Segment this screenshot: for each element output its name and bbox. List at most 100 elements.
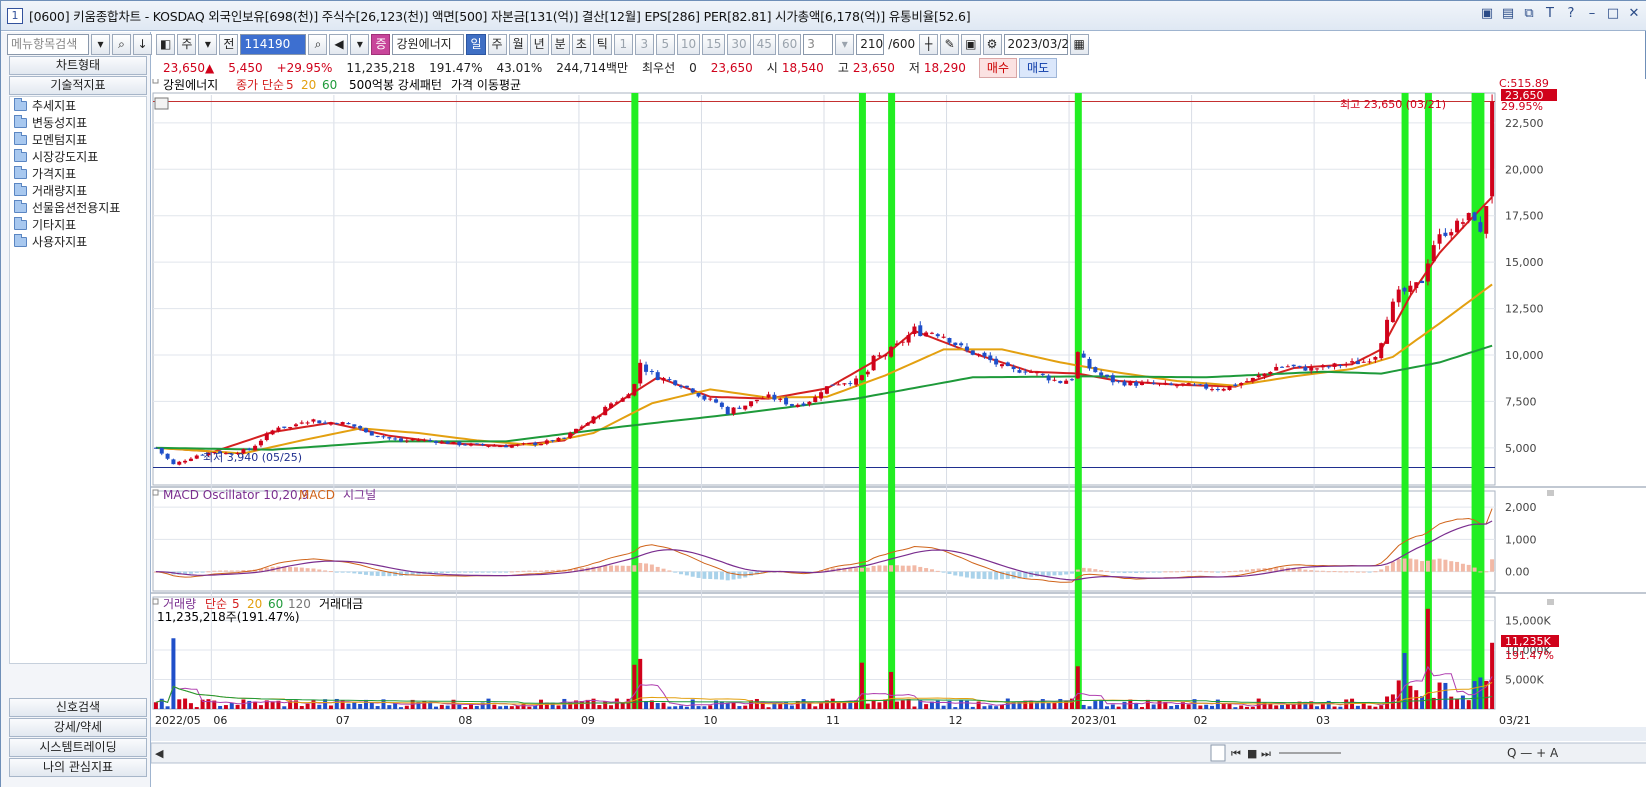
window-number[interactable]: 1 <box>7 7 23 24</box>
unit-input[interactable]: 3 <box>803 33 834 55</box>
candle-body <box>1192 384 1197 386</box>
unit-dropdown-icon[interactable]: ▾ <box>835 33 855 55</box>
date-input[interactable]: 2023/03/21 <box>1003 33 1077 55</box>
candle-body <box>988 355 993 361</box>
stock-code-input[interactable]: 114190 <box>240 33 307 55</box>
signal-search-tab[interactable]: 신호검색 <box>9 698 147 717</box>
count-input[interactable]: 210 <box>856 33 885 55</box>
calendar-icon[interactable]: ▦ <box>1069 33 1089 55</box>
macd-osc-bar <box>305 568 310 572</box>
new-window-icon[interactable]: ⧉ <box>1522 7 1536 21</box>
volume-bar <box>504 705 509 709</box>
minute-1-button[interactable]: 1 <box>613 33 633 55</box>
stock-menu-icon[interactable]: 주 <box>177 33 197 55</box>
candle-body <box>830 384 835 386</box>
sell-button[interactable]: 매도 <box>1019 58 1058 78</box>
minute-15-button[interactable]: 15 <box>702 33 726 55</box>
down-arrow-icon[interactable]: ↓ <box>133 34 152 55</box>
stop-icon[interactable]: ■ <box>1247 747 1257 760</box>
restore-icon[interactable]: ▣ <box>1480 7 1494 21</box>
minute-5-button[interactable]: 5 <box>655 33 675 55</box>
tree-item-trend[interactable]: 추세지표 <box>14 97 146 114</box>
macd-osc-bar <box>194 571 199 573</box>
volume-bar <box>328 705 333 709</box>
tree-item-momentum[interactable]: 모멘텀지표 <box>14 131 146 148</box>
sound-icon[interactable]: ◀ <box>329 33 349 55</box>
macd-osc-bar <box>1245 569 1250 572</box>
macd-osc-bar <box>1350 571 1355 573</box>
close-icon[interactable]: ✕ <box>1627 7 1641 21</box>
scroll-last-icon[interactable]: ⏭ <box>1261 747 1271 760</box>
candle-body <box>766 394 771 398</box>
tech-indicators-tab[interactable]: 기술적지표 <box>9 76 147 95</box>
table-view-icon[interactable] <box>154 97 169 110</box>
stock-name-field[interactable]: 강원에너지 <box>392 33 465 55</box>
tree-item-price[interactable]: 가격지표 <box>14 165 146 182</box>
tree-item-volatility[interactable]: 변동성지표 <box>14 114 146 131</box>
scroll-right-icon[interactable] <box>1210 744 1226 762</box>
minute-10-button[interactable]: 10 <box>676 33 701 55</box>
menu-search-input[interactable]: 메뉴항목검색 <box>7 34 89 55</box>
macd-osc-bar <box>871 565 876 572</box>
minimize-icon[interactable]: – <box>1585 7 1599 21</box>
buy-button[interactable]: 매수 <box>978 58 1017 78</box>
candle-body <box>935 334 940 337</box>
search-icon[interactable]: ⌕ <box>112 34 131 55</box>
vol-collapse-icon[interactable] <box>1547 599 1554 605</box>
period-month-button[interactable]: 월 <box>508 33 528 55</box>
period-minute-button[interactable]: 분 <box>550 33 570 55</box>
price-tick-label: 5,000 <box>1505 442 1537 455</box>
save-icon[interactable]: ▣ <box>961 33 981 55</box>
candle-body <box>188 458 193 461</box>
macd-osc-bar <box>358 571 363 575</box>
minute-45-button[interactable]: 45 <box>752 33 776 55</box>
help-icon[interactable]: ? <box>1564 7 1578 21</box>
macd-osc-bar <box>492 571 497 573</box>
type-dropdown-icon[interactable]: ▾ <box>198 33 218 55</box>
scroll-left-icon[interactable]: ◀ <box>155 747 164 760</box>
period-day-button[interactable]: 일 <box>466 33 486 55</box>
candle-body <box>1390 301 1395 322</box>
macd-collapse-icon[interactable] <box>1547 490 1554 496</box>
search-dropdown-icon[interactable]: ▾ <box>91 34 110 55</box>
layout-icon[interactable]: ◧ <box>156 33 176 55</box>
stock-chart-svg[interactable]: 2022/05 06 07 08 09 10 11 12 2023/01 02 03 03/21 22,… <box>150 77 1646 787</box>
tree-item-other[interactable]: 기타지표 <box>14 216 146 233</box>
period-year-button[interactable]: 년 <box>529 33 549 55</box>
macd-osc-bar <box>609 565 614 572</box>
scroll-first-icon[interactable]: ⏮ <box>1231 747 1241 760</box>
tree-item-user[interactable]: 사용자지표 <box>14 233 146 250</box>
period-second-button[interactable]: 초 <box>571 33 591 55</box>
tree-item-volume[interactable]: 거래량지표 <box>14 182 146 199</box>
strength-tab[interactable]: 강세/약세 <box>9 718 147 737</box>
prev-button[interactable]: 전 <box>219 33 239 55</box>
zoom-controls-icon[interactable]: Q — + A <box>1507 746 1559 760</box>
period-week-button[interactable]: 주 <box>487 33 507 55</box>
chart-area[interactable]: 2022/05 06 07 08 09 10 11 12 2023/01 02 03 03/21 22,… <box>150 77 1646 787</box>
candle-body <box>276 427 281 431</box>
macd-osc-bar <box>346 571 351 573</box>
candle-style-icon[interactable]: ┼ <box>919 33 939 55</box>
maximize-icon[interactable]: □ <box>1606 7 1620 21</box>
system-trading-tab[interactable]: 시스템트레이딩 <box>9 738 147 757</box>
x-axis-label: 09 <box>581 714 595 727</box>
minute-3-button[interactable]: 3 <box>634 33 654 55</box>
my-indicators-tab[interactable]: 나의 관심지표 <box>9 758 147 777</box>
horizontal-scrollbar[interactable] <box>150 742 1646 764</box>
tile-icon[interactable]: ▤ <box>1501 7 1515 21</box>
candle-body <box>1151 382 1156 384</box>
draw-tool-icon[interactable]: ✎ <box>940 33 960 55</box>
code-search-icon[interactable]: ⌕ <box>308 33 328 55</box>
chart-type-tab[interactable]: 차트형태 <box>9 56 147 75</box>
sound-dropdown-icon[interactable]: ▾ <box>350 33 370 55</box>
candle-body <box>976 354 981 356</box>
volume-bar <box>1280 705 1285 709</box>
period-tick-button[interactable]: 틱 <box>592 33 612 55</box>
candle-body <box>1239 382 1244 386</box>
settings-gear-icon[interactable]: ⚙ <box>982 33 1002 55</box>
font-icon[interactable]: T <box>1543 7 1557 21</box>
minute-60-button[interactable]: 60 <box>777 33 802 55</box>
minute-30-button[interactable]: 30 <box>727 33 751 55</box>
tree-item-market-strength[interactable]: 시장강도지표 <box>14 148 146 165</box>
tree-item-futures[interactable]: 선물옵션전용지표 <box>14 199 146 216</box>
